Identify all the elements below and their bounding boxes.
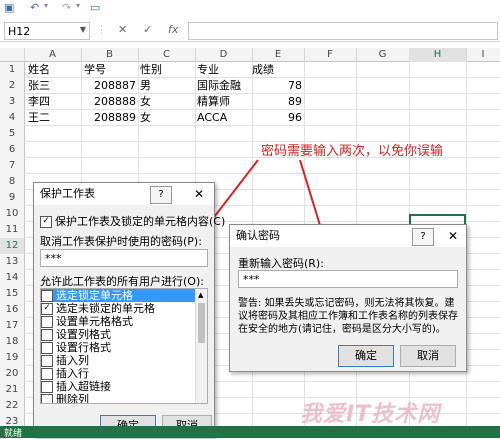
permission-label: 设置列格式 [56, 328, 111, 341]
permission-item[interactable]: 插入行 [41, 367, 195, 380]
permission-label: 设置单元格格式 [56, 315, 133, 328]
permission-item[interactable]: ✓ 选定锁定单元格 [41, 289, 195, 302]
permission-checkbox[interactable] [41, 394, 53, 403]
protect-dialog-titlebar: 保护工作表 [34, 183, 214, 205]
permission-checkbox[interactable] [41, 342, 53, 354]
permission-checkbox[interactable] [41, 355, 53, 367]
permissions-scrollbar[interactable]: ▲ [195, 289, 207, 403]
permissions-list[interactable]: ✓ 选定锁定单元格 ✓ 选定未锁定的单元格 设置单元格格式 设置列格式 设置行格式 插入列 插入… [40, 288, 208, 404]
reenter-password-input[interactable]: *** [238, 270, 458, 288]
watermark-text: 我爱IT技术网 [300, 402, 441, 427]
permission-item[interactable]: 删除列 [41, 393, 195, 404]
permission-label: 插入超链接 [56, 380, 111, 393]
close-icon[interactable]: ✕ [194, 187, 204, 201]
reenter-password-label: 重新输入密码(R): [238, 257, 324, 270]
permission-label: 插入列 [56, 354, 89, 367]
permission-checkbox[interactable] [41, 329, 53, 341]
permission-label: 设置行格式 [56, 341, 111, 354]
permission-item[interactable]: 插入列 [41, 354, 195, 367]
permission-label: 选定锁定单元格 [56, 289, 133, 302]
status-text: 就绪 [4, 429, 23, 439]
permission-label: 选定未锁定的单元格 [56, 302, 155, 315]
permission-item[interactable]: 插入超链接 [41, 380, 195, 393]
scroll-up-icon[interactable]: ▲ [198, 291, 203, 299]
warning-text: 警告: 如果丢失或忘记密码，则无法将其恢复。建议将密码及其相应工作簿和工作表名称… [238, 298, 458, 335]
permission-item[interactable]: ✓ 选定未锁定的单元格 [41, 302, 195, 315]
close-icon[interactable]: ✕ [448, 229, 458, 243]
permission-checkbox[interactable] [41, 316, 53, 328]
help-button[interactable]: ? [412, 228, 434, 246]
permission-label: 插入行 [56, 367, 89, 380]
permission-item[interactable]: 设置行格式 [41, 341, 195, 354]
protect-checkbox[interactable]: ✓ [40, 216, 52, 228]
watermark-logo: 我爱IT技术网 [300, 396, 440, 428]
protect-checkbox-row[interactable]: ✓ 保护工作表及锁定的单元格内容(C) [40, 213, 225, 229]
permission-checkbox[interactable]: ✓ [41, 290, 53, 302]
help-button[interactable]: ? [150, 186, 172, 204]
cancel-button[interactable]: 取消 [400, 345, 456, 367]
protect-checkbox-label: 保护工作表及锁定的单元格内容(C) [55, 215, 226, 228]
allow-users-label: 允许此工作表的所有用户进行(O): [40, 275, 204, 288]
protect-sheet-dialog: 保护工作表 ? ✕ ✓ 保护工作表及锁定的单元格内容(C) 取消工作表保护时使用的… [33, 182, 225, 438]
permission-checkbox[interactable]: ✓ [41, 303, 53, 315]
permission-item[interactable]: 设置列格式 [41, 328, 195, 341]
confirm-password-dialog: 确认密码 ? ✕ 重新输入密码(R): *** 警告: 如果丢失或忘记密码，则无… [229, 224, 467, 372]
permission-checkbox[interactable] [41, 368, 53, 380]
permission-label: 删除列 [56, 393, 89, 404]
password-input[interactable]: *** [40, 249, 208, 267]
protect-dialog-title: 保护工作表 [40, 187, 95, 200]
scroll-thumb[interactable] [198, 303, 205, 343]
permission-item[interactable]: 设置单元格格式 [41, 315, 195, 328]
password-label: 取消工作表保护时使用的密码(P): [40, 235, 202, 248]
ok-button[interactable]: 确定 [338, 345, 394, 367]
confirm-dialog-title: 确认密码 [236, 229, 280, 242]
permission-checkbox[interactable] [41, 381, 53, 393]
